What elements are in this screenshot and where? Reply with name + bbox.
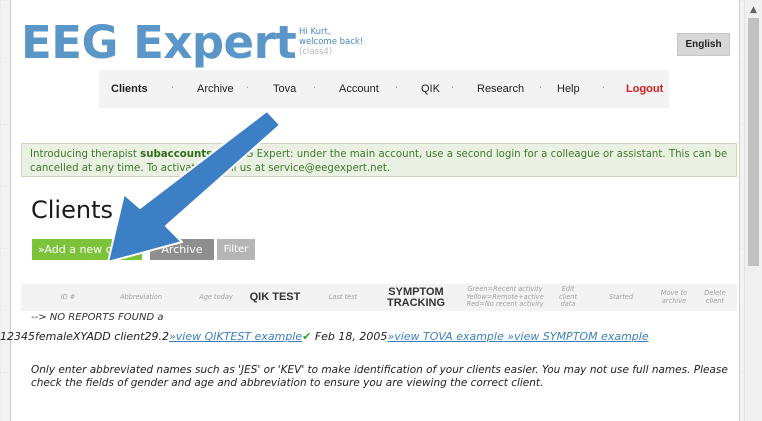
nav-item-help[interactable]: Help [557,70,580,108]
column-header-symptom-tracking[interactable]: SYMPTOM TRACKING [373,284,459,311]
nav-separator: · [539,83,543,94]
nav-item-logout[interactable]: Logout [626,70,663,108]
nav-separator: · [246,83,250,94]
scroll-thumb[interactable] [748,18,759,266]
main-container: EEG Expert Hi Kurt, welcome back! (class… [10,0,740,421]
archive-button[interactable]: Archive [150,239,214,260]
column-header-activity-legend: Green=Recent activity Yellow=Remote+acti… [461,284,549,311]
view-tova-link[interactable]: »view TOVA example [387,330,503,343]
nav-item-tova[interactable]: Tova [273,70,296,108]
view-symptom-link[interactable]: »view SYMPTOM example [504,330,648,343]
language-button[interactable]: English [677,33,730,56]
nav-separator: · [313,83,317,94]
notice-prefix: Introducing therapist [30,149,141,160]
nav-item-account[interactable]: Account [339,70,379,108]
checkmark-icon: ✔ [302,330,312,343]
nav-item-clients[interactable]: Clients [111,70,148,108]
main-nav: Clients · Archive · Tova · Account · QIK… [99,70,669,108]
notice-highlight: subaccounts [140,149,213,160]
vertical-scrollbar[interactable]: ▲ [744,0,762,421]
subaccounts-notice: Introducing therapist subaccounts for EE… [21,143,737,177]
view-qiktest-link[interactable]: »view QIKTEST example [169,330,302,343]
column-header-age: Age today [199,292,233,301]
column-header-edit: Edit client data [551,284,585,311]
nav-separator: · [171,83,175,94]
no-reports-message: --> NO REPORTS FOUND a [31,312,164,323]
page-title: Clients [31,196,113,224]
column-header-qik-test[interactable]: QIK TEST [239,284,311,311]
column-header-started: Started [608,292,634,301]
greeting-class: (class4) [299,47,333,57]
column-header-last-test: Last test [328,292,358,301]
delete-header-line-2: client [705,296,725,305]
edit-header-line-3: data [560,300,576,309]
column-header-delete: Delete client [695,284,735,311]
symptom-header-line-1: SYMPTOM [388,285,444,298]
clients-table-header: ID # Abbreviation Age today QIK TEST Las… [21,284,737,311]
activity-legend-red: Red=No recent activity [466,300,544,309]
nav-item-qik[interactable]: QIK [421,70,440,108]
nav-separator: · [451,83,455,94]
column-header-id: ID # [60,292,76,301]
scroll-up-arrow-icon[interactable]: ▲ [745,0,762,17]
filter-button[interactable]: Filter [217,239,255,260]
client-row-text: 12345femaleXYADD client29.2 [0,330,169,343]
user-greeting: Hi Kurt, welcome back! (class4) [299,27,363,57]
nav-item-research[interactable]: Research [477,70,524,108]
add-client-button[interactable]: »Add a new client [32,239,142,260]
symptom-header-line-2: TRACKING [386,296,446,309]
nav-item-archive[interactable]: Archive [197,70,234,108]
table-row: 12345femaleXYADD client29.2»view QIKTEST… [0,330,649,343]
client-date: Feb 18, 2005 [311,330,388,343]
column-header-abbreviation: Abbreviation [119,292,163,301]
greeting-line-1: Hi Kurt, [299,27,331,37]
nav-separator: · [395,83,399,94]
column-header-move: Move to archive [654,284,694,311]
site-logo[interactable]: EEG Expert [21,16,297,69]
greeting-line-2: welcome back! [299,37,364,47]
help-text: Only enter abbreviated names such as 'JE… [31,364,728,389]
move-header-line-2: archive [661,296,687,305]
nav-separator: · [602,83,606,94]
